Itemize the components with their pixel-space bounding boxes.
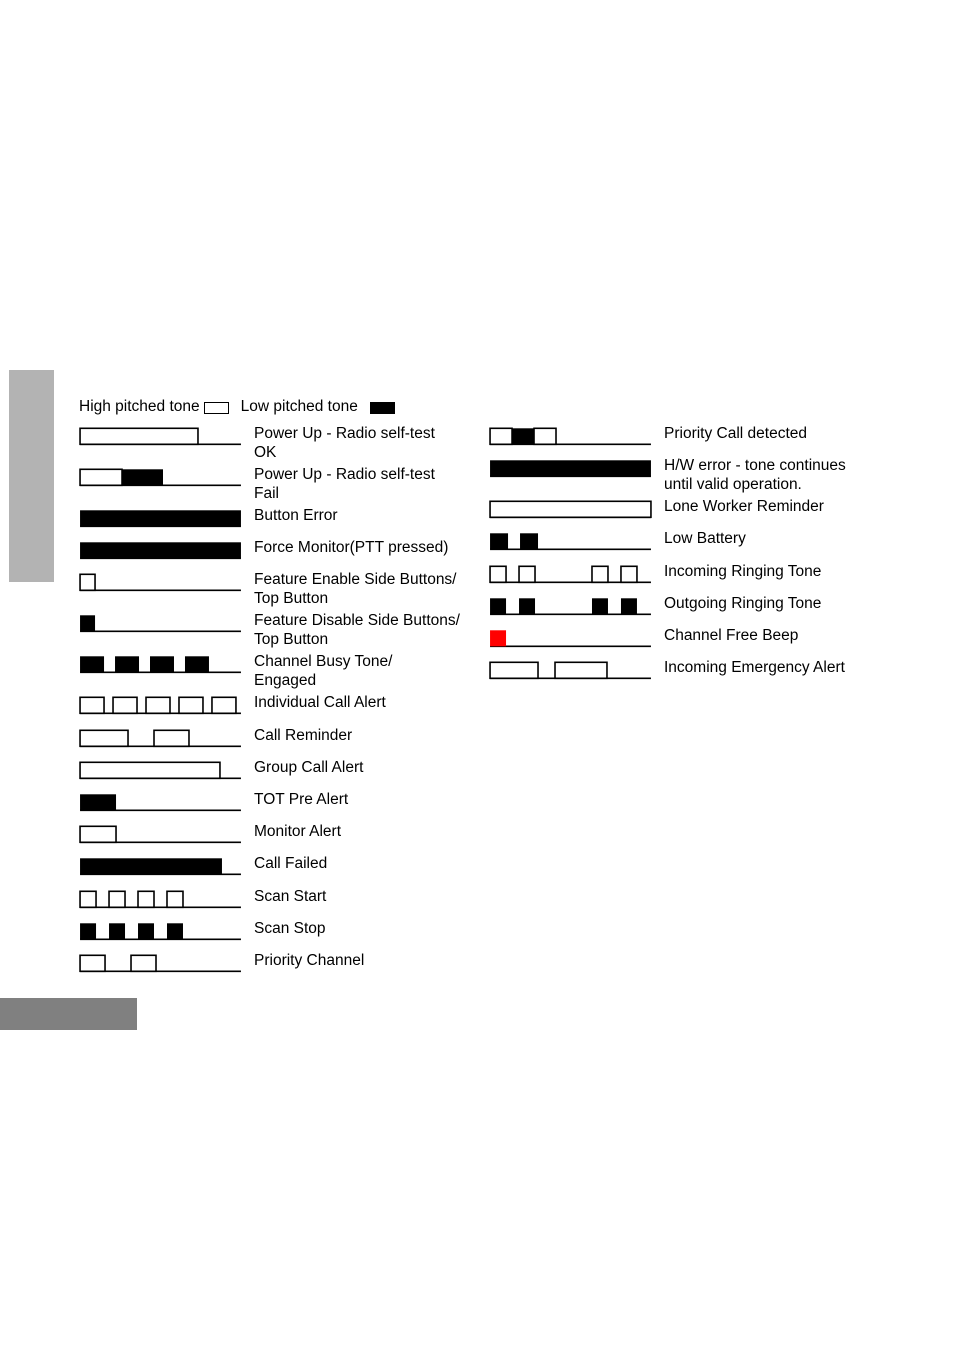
page-footer-bar <box>0 998 137 1030</box>
tone-waveform-icon <box>79 425 241 448</box>
page-side-tab-marker <box>9 370 54 582</box>
tone-waveform-icon <box>489 425 651 448</box>
tone-list-item: Incoming Ringing Tone <box>489 563 889 586</box>
tone-waveform-icon <box>79 823 241 846</box>
tone-list-item: Scan Start <box>79 888 469 911</box>
tone-list-item: Monitor Alert <box>79 823 469 846</box>
tone-list-item: Priority Channel <box>79 952 469 975</box>
tone-list-item: Feature Disable Side Buttons/ Top Button <box>79 612 469 649</box>
tone-waveform-icon <box>79 466 241 489</box>
tone-list-item: Scan Stop <box>79 920 469 943</box>
tone-waveform-icon <box>489 498 652 521</box>
tone-list-item-label: H/W error - tone continues until valid o… <box>664 457 846 493</box>
tone-list-item: Channel Busy Tone/ Engaged <box>79 653 469 690</box>
tone-list-item: Button Error <box>79 507 469 530</box>
tone-list-item-label: Scan Stop <box>254 919 326 937</box>
tone-list-item: TOT Pre Alert <box>79 791 469 814</box>
tone-waveform-icon <box>79 888 241 911</box>
tone-list-item: Call Failed <box>79 855 469 878</box>
tone-list-item-label: Channel Free Beep <box>664 626 799 644</box>
tone-waveform-icon <box>79 952 241 975</box>
tone-list-item: Group Call Alert <box>79 759 469 782</box>
high-pitched-tone-swatch-icon <box>203 401 229 414</box>
tone-waveform-icon <box>79 920 241 943</box>
tone-list-item: Low Battery <box>489 530 889 553</box>
tone-waveform-icon <box>489 530 651 553</box>
tone-waveform-icon <box>489 457 651 480</box>
tone-list-item-label: Feature Enable Side Buttons/ Top Button <box>254 571 457 607</box>
tone-list-item-label: Scan Start <box>254 887 327 905</box>
tone-list-right-column: Priority Call detected H/W error - tone c… <box>489 425 889 691</box>
tone-waveform-icon <box>489 627 651 650</box>
tone-waveform-icon <box>489 659 651 682</box>
tone-list-item: Power Up - Radio self-test OK <box>79 425 469 462</box>
tone-waveform-icon <box>79 571 241 594</box>
tone-waveform-icon <box>79 759 241 782</box>
tone-waveform-icon <box>489 563 651 586</box>
tone-list-item-label: Outgoing Ringing Tone <box>664 594 822 612</box>
tone-list-item: H/W error - tone continues until valid o… <box>489 457 889 494</box>
tone-list-item-label: Monitor Alert <box>254 823 342 841</box>
tone-list-item-label: Lone Worker Reminder <box>664 498 824 516</box>
tone-list-item: Priority Call detected <box>489 425 889 448</box>
low-pitched-tone-swatch-icon <box>369 401 395 414</box>
tone-list-item: Lone Worker Reminder <box>489 498 889 521</box>
tone-list-item-label: Priority Call detected <box>664 425 808 442</box>
tone-list-item-label: Call Reminder <box>254 726 353 744</box>
tone-list-item-label: Individual Call Alert <box>254 694 386 712</box>
tone-waveform-icon <box>79 653 241 676</box>
tone-waveform-icon <box>79 612 241 635</box>
tone-legend: High pitched tone Low pitched tone <box>79 399 395 415</box>
tone-waveform-icon <box>79 539 241 562</box>
tone-list-item-label: Feature Disable Side Buttons/ Top Button <box>254 612 460 648</box>
tone-list-item-label: Channel Busy Tone/ Engaged <box>254 653 393 689</box>
tone-waveform-icon <box>79 727 241 750</box>
tone-list-item-label: Power Up - Radio self-test Fail <box>254 466 435 502</box>
tone-list-left-column: Power Up - Radio self-test OK Power Up - … <box>79 425 469 984</box>
tone-list-item-label: Force Monitor(PTT pressed) <box>254 539 449 557</box>
tone-list-item: Incoming Emergency Alert <box>489 659 889 682</box>
page-canvas: High pitched tone Low pitched tone Power… <box>0 0 954 1351</box>
tone-list-item-label: TOT Pre Alert <box>254 790 349 808</box>
tone-waveform-icon <box>79 694 241 717</box>
tone-list-item-label: Priority Channel <box>254 951 365 969</box>
tone-list-item-label: Power Up - Radio self-test OK <box>254 425 435 461</box>
tone-list-item-label: Incoming Ringing Tone <box>664 562 822 580</box>
legend-low-pitched-label: Low pitched tone <box>240 398 358 415</box>
tone-list-item: Feature Enable Side Buttons/ Top Button <box>79 571 469 608</box>
tone-waveform-icon <box>79 507 241 530</box>
tone-list-item: Call Reminder <box>79 727 469 750</box>
tone-waveform-icon <box>79 791 241 814</box>
tone-list-item: Force Monitor(PTT pressed) <box>79 539 469 562</box>
tone-list-item: Channel Free Beep <box>489 627 889 650</box>
tone-list-item: Individual Call Alert <box>79 694 469 717</box>
tone-list-item-label: Call Failed <box>254 855 328 873</box>
legend-high-pitched-label: High pitched tone <box>79 398 200 415</box>
tone-waveform-icon <box>79 855 241 878</box>
tone-list-item-label: Button Error <box>254 507 338 524</box>
tone-list-item-label: Incoming Emergency Alert <box>664 659 845 677</box>
tone-list-item: Outgoing Ringing Tone <box>489 595 889 618</box>
tone-list-item-label: Group Call Alert <box>254 758 364 776</box>
tone-waveform-icon <box>489 595 651 618</box>
tone-list-item: Power Up - Radio self-test Fail <box>79 466 469 503</box>
tone-list-item-label: Low Battery <box>664 530 746 548</box>
